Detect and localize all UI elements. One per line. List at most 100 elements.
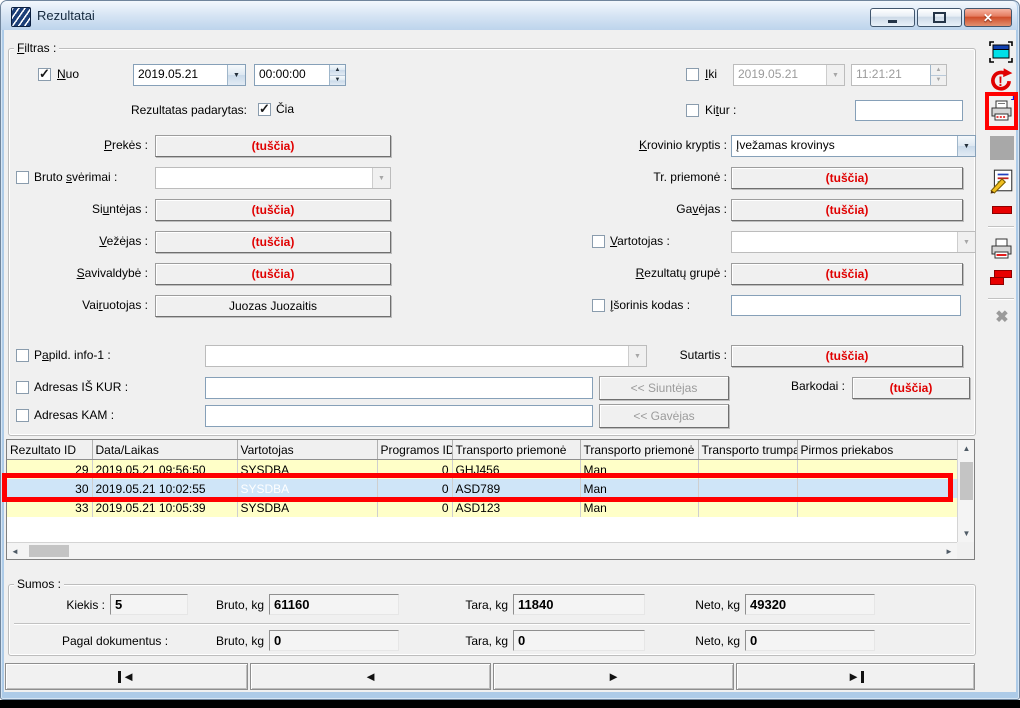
bruto-sverimai-select-disabled[interactable]: ▼ (155, 167, 391, 189)
isorinis-kodas-input[interactable] (731, 295, 961, 316)
scroll-up-icon[interactable]: ▲ (958, 440, 975, 457)
nuo-checkbox[interactable] (38, 68, 51, 81)
spin-down-icon: ▼ (931, 76, 946, 86)
barkodai-button[interactable]: (tuščia) (852, 377, 970, 399)
vertical-scroll-thumb[interactable] (960, 462, 973, 500)
table-row[interactable]: 292019.05.21 09:56:50SYSDBA0GHJ456Man (7, 460, 957, 480)
vartotojas-checkbox[interactable] (592, 235, 605, 248)
edit-document-icon (989, 168, 1015, 194)
kitur-input[interactable] (855, 100, 963, 121)
rezultatu-grupe-label: Rezultatų grupė : (560, 266, 727, 280)
nav-next-button[interactable]: ► (493, 663, 734, 690)
savivaldybe-label: Savivaldybė : (20, 266, 148, 280)
tara-total-value: 11840 (513, 594, 645, 615)
table-row[interactable]: 302019.05.21 10:02:55SYSDBA0ASD789Man (7, 479, 957, 498)
column-header[interactable]: Pirmos priekabos (797, 440, 957, 460)
adresas-kam-checkbox[interactable] (16, 409, 29, 422)
bruto-sverimai-checkbox[interactable] (16, 171, 29, 184)
iki-date-picker-disabled[interactable]: 2019.05.21 ▼ (733, 64, 845, 86)
column-header[interactable]: Programos ID (377, 440, 452, 460)
delete-button-disabled[interactable]: ✖ (992, 306, 1012, 328)
iki-time-value: 11:21:21 (852, 65, 930, 85)
column-header[interactable]: Transporto priemonė (452, 440, 580, 460)
adresas-is-kur-checkbox[interactable] (16, 381, 29, 394)
scroll-right-icon[interactable]: ► (941, 543, 957, 559)
refresh-button[interactable]: ! (988, 66, 1014, 94)
fit-window-button[interactable] (988, 40, 1014, 64)
column-header[interactable]: Rezultato ID (7, 440, 92, 460)
window-title: Rezultatai (37, 8, 95, 23)
bruto-sverimai-value (156, 168, 372, 188)
nav-prev-button[interactable]: ◄ (250, 663, 491, 690)
savivaldybe-button[interactable]: (tuščia) (155, 263, 391, 285)
iki-checkbox[interactable] (686, 68, 699, 81)
nuo-time-spinner[interactable]: 00:00:00 ▲▼ (254, 64, 346, 86)
red-minus-button[interactable] (992, 206, 1012, 214)
nav-first-button[interactable]: ◄ (5, 663, 248, 690)
horizontal-scroll-thumb[interactable] (29, 545, 69, 557)
rezultatu-grupe-button[interactable]: (tuščia) (731, 263, 963, 285)
nuo-date-picker[interactable]: 2019.05.21 ▼ (133, 64, 246, 86)
blank-tool-button[interactable] (990, 136, 1014, 160)
bottom-strip (0, 700, 1020, 708)
close-icon: ✕ (983, 11, 993, 25)
spin-down-icon[interactable]: ▼ (330, 76, 345, 86)
prekes-button[interactable]: (tuščia) (155, 135, 391, 157)
edit-results-button[interactable] (989, 168, 1015, 194)
print-preview-button[interactable]: 1 (990, 98, 1014, 124)
close-button[interactable]: ✕ (964, 8, 1012, 27)
dropdown-arrow-icon[interactable]: ▼ (227, 65, 245, 85)
iki-date-value: 2019.05.21 (734, 65, 826, 85)
neto-kg-label: Neto, kg (664, 598, 740, 612)
maximize-button[interactable] (917, 8, 962, 27)
iki-label: Iki (705, 67, 717, 81)
spin-up-icon[interactable]: ▲ (330, 65, 345, 76)
isorinis-kodas-checkbox[interactable] (592, 299, 605, 312)
prekes-label: Prekės : (20, 138, 148, 152)
adresas-is-kur-input[interactable] (205, 377, 593, 399)
isorinis-kodas-label: Įšorinis kodas : (610, 298, 690, 312)
nav-last-button[interactable]: ► (736, 663, 975, 690)
vertical-scrollbar[interactable]: ▲ ▼ (957, 440, 974, 542)
first-record-icon (118, 671, 121, 683)
dropdown-arrow-icon: ▼ (957, 232, 975, 252)
adresas-kam-input[interactable] (205, 405, 593, 427)
vartotojas-select-disabled[interactable]: ▼ (731, 231, 976, 253)
copy-gavejas-button-disabled[interactable]: << Gavėjas (599, 404, 729, 428)
bruto-kg-label: Bruto, kg (188, 598, 264, 612)
nuo-label: Nuo (57, 67, 79, 81)
vartotojas-label: Vartotojas : (610, 234, 670, 248)
kiekis-label: Kiekis : (40, 598, 105, 612)
toolbar-separator (988, 298, 1014, 300)
print-button[interactable] (990, 236, 1014, 262)
neto-kg-label: Neto, kg (664, 634, 740, 648)
maximize-icon (933, 12, 946, 23)
red-stack-button[interactable] (990, 268, 1014, 290)
copy-siuntejas-button-disabled[interactable]: << Siuntėjas (599, 376, 729, 400)
tr-priemone-button[interactable]: (tuščia) (731, 167, 963, 189)
krovinio-kryptis-select[interactable]: Įvežamas krovinys ▼ (731, 135, 976, 157)
pagal-dokumentus-label: Pagal dokumentus : (62, 634, 168, 648)
column-header[interactable]: Vartotojas (237, 440, 377, 460)
papild-info-checkbox[interactable] (16, 349, 29, 362)
next-record-icon: ► (607, 669, 620, 684)
sutartis-button[interactable]: (tuščia) (731, 345, 963, 367)
horizontal-scrollbar[interactable]: ◄ ► (7, 542, 957, 559)
column-header[interactable]: Transporto trumpas k (698, 440, 797, 460)
kitur-checkbox[interactable] (686, 104, 699, 117)
sums-legend: Sumos : (14, 577, 64, 591)
cia-checkbox[interactable] (258, 103, 271, 116)
nuo-date-value: 2019.05.21 (134, 65, 227, 85)
scroll-down-icon[interactable]: ▼ (958, 525, 975, 542)
iki-time-spinner-disabled[interactable]: 11:21:21 ▲▼ (851, 64, 947, 86)
dropdown-arrow-icon[interactable]: ▼ (957, 136, 975, 156)
vairuotojas-button[interactable]: Juozas Juozaitis (155, 295, 391, 317)
column-header[interactable]: Transporto priemonė (580, 440, 698, 460)
vezejas-button[interactable]: (tuščia) (155, 231, 391, 253)
minimize-button[interactable] (870, 8, 915, 27)
column-header[interactable]: Data/Laikas (92, 440, 237, 460)
scroll-left-icon[interactable]: ◄ (7, 543, 23, 559)
gavejas-button[interactable]: (tuščia) (731, 199, 963, 221)
table-row[interactable]: 332019.05.21 10:05:39SYSDBA0ASD123Man (7, 498, 957, 517)
siuntejas-button[interactable]: (tuščia) (155, 199, 391, 221)
